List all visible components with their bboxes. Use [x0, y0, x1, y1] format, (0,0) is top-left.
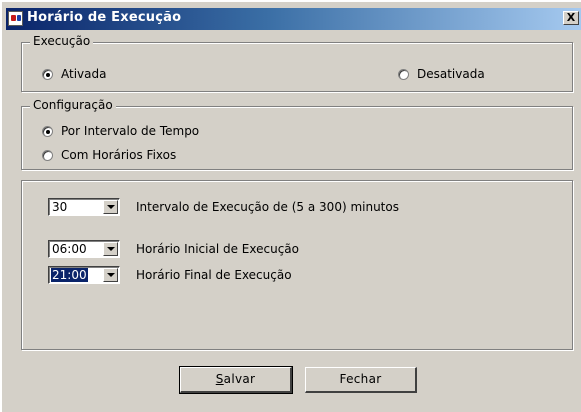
end-time-combo[interactable]: 21:00: [48, 266, 120, 284]
radio-horarios-fixos-label: Com Horários Fixos: [61, 148, 177, 162]
radio-por-intervalo-indicator[interactable]: [42, 125, 53, 137]
radio-horarios-fixos-indicator[interactable]: [42, 149, 53, 161]
app-icon: [8, 11, 23, 26]
save-button-mnemonic: S: [215, 372, 224, 386]
radio-ativada-label: Ativada: [61, 67, 107, 81]
radio-ativada[interactable]: Ativada: [42, 67, 106, 81]
end-time-label: Horário Final de Execução: [136, 268, 292, 282]
execucao-legend: Execução: [30, 34, 94, 48]
configuracao-legend: Configuração: [30, 98, 116, 112]
radio-por-intervalo[interactable]: Por Intervalo de Tempo: [42, 124, 199, 138]
interval-dropdown-arrow-icon[interactable]: [103, 200, 118, 214]
close-dialog-button[interactable]: Fechar: [305, 367, 417, 393]
radio-ativada-indicator[interactable]: [42, 68, 53, 80]
close-dialog-button-label: Fechar: [339, 372, 382, 386]
settings-panel: 30 Intervalo de Execução de (5 a 300) mi…: [21, 180, 573, 350]
radio-horarios-fixos[interactable]: Com Horários Fixos: [42, 148, 176, 162]
start-time-combo[interactable]: 06:00: [48, 240, 120, 258]
radio-por-intervalo-label: Por Intervalo de Tempo: [61, 124, 200, 138]
execucao-group: Execução Ativada Desativada: [21, 34, 573, 92]
interval-value: 30: [52, 200, 68, 214]
configuracao-group: Configuração Por Intervalo de Tempo Com …: [21, 98, 573, 170]
start-time-dropdown-arrow-icon[interactable]: [103, 242, 118, 256]
radio-desativada[interactable]: Desativada: [398, 67, 485, 81]
end-time-value: 21:00: [51, 268, 88, 282]
interval-combo[interactable]: 30: [48, 198, 120, 216]
close-button[interactable]: X: [563, 11, 579, 25]
radio-desativada-label: Desativada: [417, 67, 485, 81]
dialog-window: Horário de Execução X Execução Ativada D…: [0, 0, 581, 412]
title-bar[interactable]: Horário de Execução X: [6, 8, 581, 30]
save-button[interactable]: Salvar: [179, 366, 293, 394]
start-time-value: 06:00: [52, 242, 87, 256]
interval-label: Intervalo de Execução de (5 a 300) minut…: [136, 200, 399, 214]
radio-desativada-indicator[interactable]: [398, 68, 409, 80]
save-button-label: alvar: [223, 372, 256, 386]
window-title: Horário de Execução: [27, 10, 182, 25]
start-time-label: Horário Inicial de Execução: [136, 242, 299, 256]
end-time-dropdown-arrow-icon[interactable]: [103, 268, 118, 282]
